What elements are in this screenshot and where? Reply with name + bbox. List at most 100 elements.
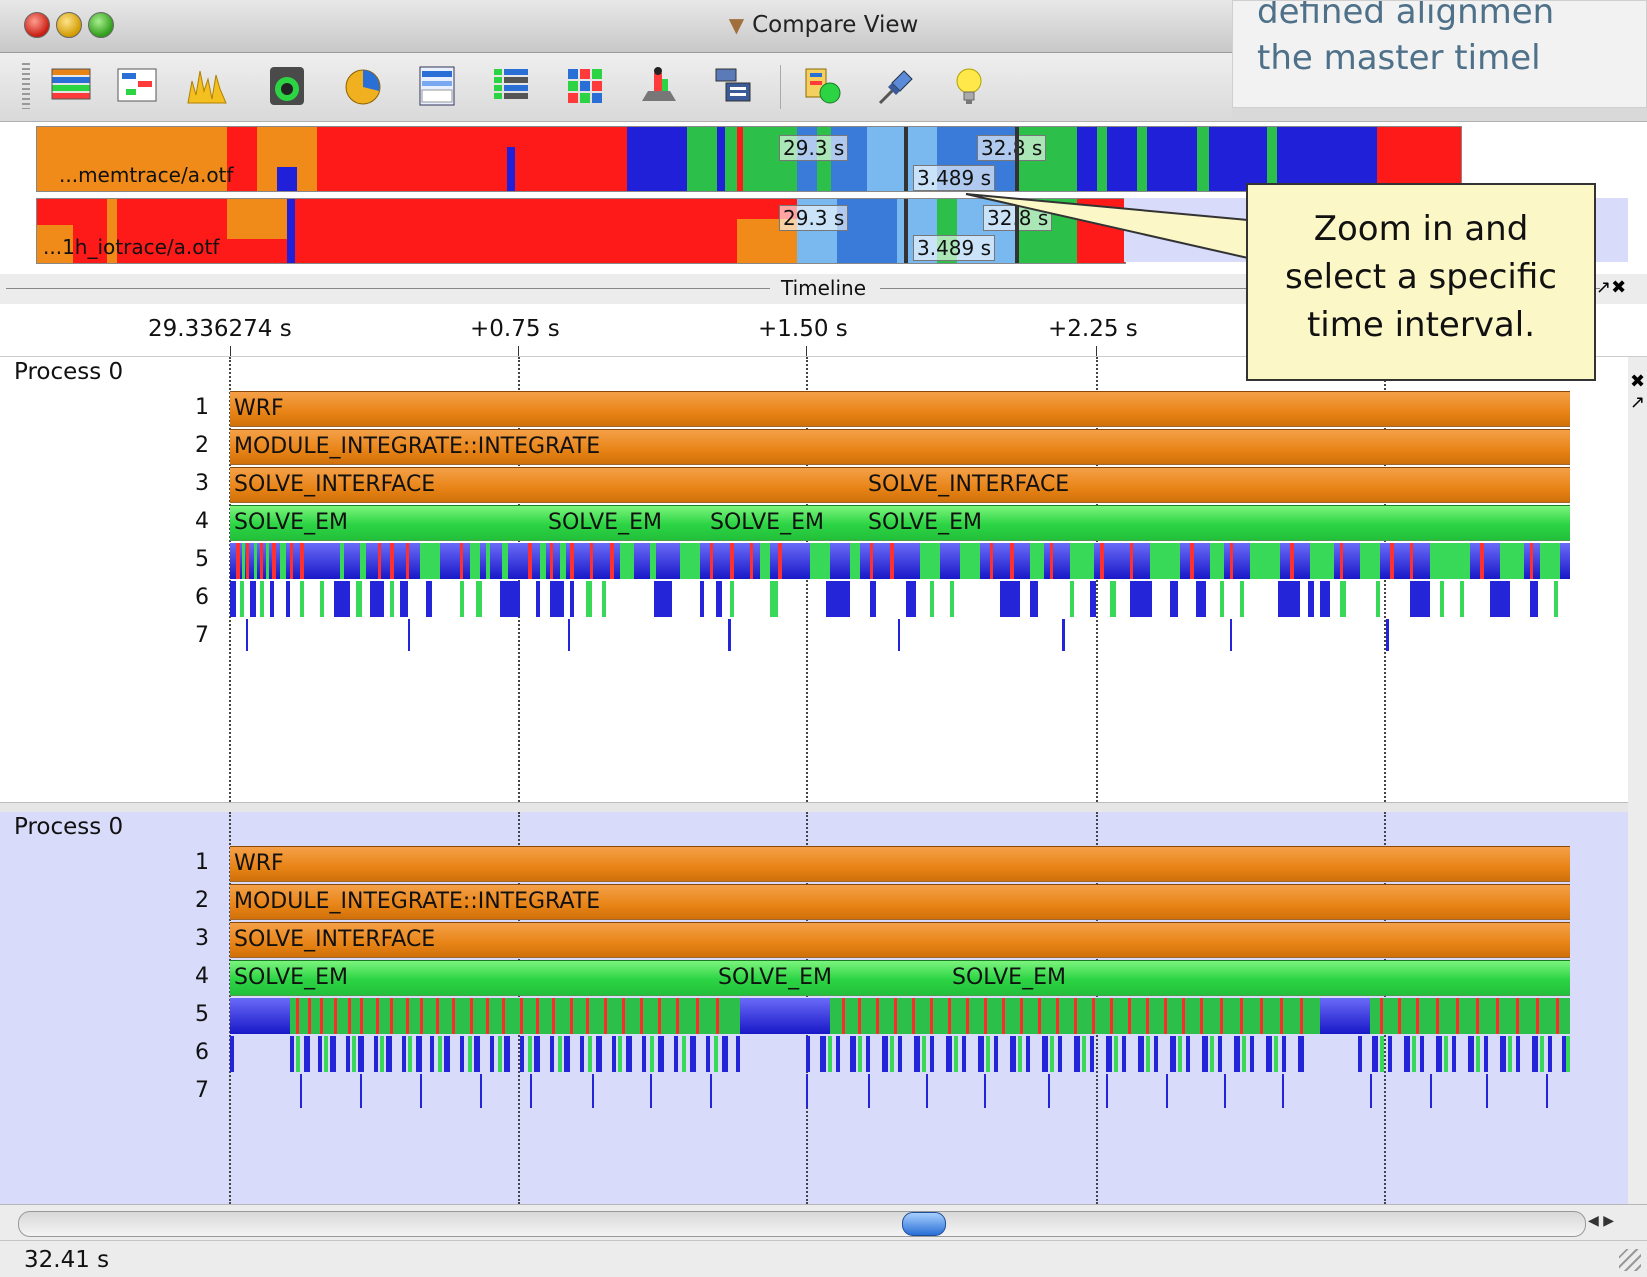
function-bar-solve-em[interactable]: SOLVE_EM <box>230 960 714 996</box>
scrollbar-track[interactable] <box>18 1211 1586 1237</box>
scroll-left-arrow-icon[interactable]: ◀ <box>1588 1213 1599 1229</box>
ruler-tick <box>1096 346 1097 356</box>
scroll-right-arrow-icon[interactable]: ▶ <box>1603 1213 1614 1229</box>
master-timeline-icon[interactable] <box>46 61 96 111</box>
function-label: WRF <box>234 396 284 421</box>
function-bar-solve-em[interactable]: SOLVE_EM <box>948 960 1570 996</box>
function-label: SOLVE_INTERFACE <box>868 472 1070 497</box>
function-label: WRF <box>234 851 284 876</box>
function-bar-solve-em[interactable]: SOLVE_EM <box>230 505 544 541</box>
communication-matrix-icon[interactable] <box>486 61 536 111</box>
scrollbar-thumb[interactable] <box>902 1212 946 1236</box>
function-bar-solve-em[interactable]: SOLVE_EM <box>706 505 864 541</box>
level-7: 7 <box>195 1078 209 1103</box>
alignment-note-callout: defined alignmen the master timel <box>1232 0 1647 108</box>
vampir-logo-icon: ▼ <box>728 13 745 37</box>
trace1-label: ...memtrace/a.otf <box>59 163 234 187</box>
function-bar-solve-em[interactable]: SOLVE_EM <box>864 505 1570 541</box>
function-bar-solve-em[interactable]: SOLVE_EM <box>544 505 706 541</box>
toolbar-extension <box>1232 108 1647 122</box>
ruler-tick <box>806 346 807 356</box>
process-timeline-trace1[interactable]: Process 0 1 2 3 4 5 6 7 WRF MODULE_INTEG… <box>0 357 1628 802</box>
resize-grip-icon[interactable] <box>1619 1249 1641 1271</box>
function-label: MODULE_INTEGRATE::INTEGRATE <box>234 434 601 459</box>
function-bar-integrate[interactable]: MODULE_INTEGRATE::INTEGRATE <box>230 884 1570 920</box>
level-1: 1 <box>195 850 209 875</box>
undock-icon[interactable]: ↗ <box>1596 277 1611 298</box>
counter-timeline-icon[interactable] <box>182 61 232 111</box>
trace2-label: ...1h_iotrace/a.otf <box>43 235 220 259</box>
horizontal-scrollbar[interactable]: ◀ ▶ <box>0 1204 1647 1241</box>
io-events-icon[interactable] <box>560 61 610 111</box>
status-bar: 32.41 s <box>0 1240 1647 1277</box>
lightbulb-icon[interactable] <box>944 61 994 111</box>
trace1-end-time: 32.8 s <box>977 135 1047 161</box>
ruler-label-start: 29.336274 s <box>148 316 292 342</box>
level-6: 6 <box>195 585 209 610</box>
alignment-note-line1: defined alignmen <box>1257 0 1555 32</box>
process-label: Process 0 <box>14 814 124 840</box>
ruler-tick <box>230 346 231 356</box>
level-4: 4 <box>195 509 209 534</box>
level-2: 2 <box>195 433 209 458</box>
trace1-start-time: 29.3 s <box>779 135 849 161</box>
window-title: Compare View <box>752 12 919 38</box>
function-label: SOLVE_INTERFACE <box>234 927 436 952</box>
function-label: MODULE_INTEGRATE::INTEGRATE <box>234 889 601 914</box>
detail-activity-levels-5-7 <box>230 998 1570 1108</box>
toolbar-grip-icon[interactable] <box>22 63 30 109</box>
filter-icon[interactable] <box>796 61 846 111</box>
function-label: SOLVE_EM <box>234 965 348 990</box>
function-bar-wrf[interactable]: WRF <box>230 846 1570 882</box>
trace2-selection-start-marker[interactable] <box>904 199 908 263</box>
function-label: SOLVE_EM <box>868 510 982 535</box>
level-7: 7 <box>195 623 209 648</box>
process-label: Process 0 <box>14 359 124 385</box>
function-label: SOLVE_EM <box>710 510 824 535</box>
close-panel-icon[interactable]: ✖ <box>1628 371 1647 392</box>
function-bar-solve-interface[interactable]: SOLVE_INTERFACE <box>230 467 864 503</box>
process-timeline-icon[interactable] <box>112 61 162 111</box>
call-graph-icon[interactable] <box>708 61 758 111</box>
toolbar-separator <box>780 65 781 109</box>
trace1-selection-start-marker[interactable] <box>904 127 908 191</box>
ruler-label-2-25: +2.25 s <box>1048 316 1138 342</box>
function-bar-solve-interface[interactable]: SOLVE_INTERFACE <box>864 467 1570 503</box>
function-label: SOLVE_EM <box>234 510 348 535</box>
level-6: 6 <box>195 1040 209 1065</box>
function-summary-icon[interactable] <box>262 61 312 111</box>
process-timeline-trace2[interactable]: Process 0 1 2 3 4 5 6 7 WRF MODULE_INTEG… <box>0 812 1628 1204</box>
undock-panel-icon[interactable]: ↗ <box>1628 392 1647 413</box>
level-2: 2 <box>195 888 209 913</box>
process-summary-icon[interactable] <box>338 61 388 111</box>
pin-icon[interactable] <box>870 61 920 111</box>
callout-pointer <box>965 193 1249 260</box>
function-bar-wrf[interactable]: WRF <box>230 391 1570 427</box>
zoom-hint-line2: select a specific <box>1285 257 1557 297</box>
function-bar-solve-em[interactable]: SOLVE_EM <box>714 960 948 996</box>
ruler-label-0-75: +0.75 s <box>470 316 560 342</box>
call-tree-icon[interactable] <box>634 61 684 111</box>
compare-view-window: ▼ Compare View defined alignmen the mast… <box>0 0 1647 1277</box>
function-label: SOLVE_EM <box>952 965 1066 990</box>
chart-toolbar <box>0 53 1232 122</box>
function-label: SOLVE_EM <box>718 965 832 990</box>
level-4: 4 <box>195 964 209 989</box>
zoom-hint-line3: time interval. <box>1306 305 1536 345</box>
message-summary-icon[interactable] <box>412 61 462 111</box>
zoom-hint-callout: Zoom in and select a specific time inter… <box>1246 183 1596 381</box>
level-5: 5 <box>195 1002 209 1027</box>
zoom-hint-line1: Zoom in and <box>1313 209 1529 249</box>
trace2-start-time: 29.3 s <box>779 205 849 231</box>
detail-activity-levels-5-7 <box>230 543 1570 651</box>
level-5: 5 <box>195 547 209 572</box>
cursor-time-readout: 32.41 s <box>24 1247 110 1273</box>
ruler-tick <box>518 346 519 356</box>
function-bar-integrate[interactable]: MODULE_INTEGRATE::INTEGRATE <box>230 429 1570 465</box>
level-3: 3 <box>195 471 209 496</box>
close-chart-icon[interactable]: ✖ <box>1611 277 1626 298</box>
panel-side-controls: ✖ ↗ <box>1628 357 1647 1203</box>
ruler-label-1-50: +1.50 s <box>758 316 848 342</box>
function-bar-solve-interface[interactable]: SOLVE_INTERFACE <box>230 922 1570 958</box>
level-1: 1 <box>195 395 209 420</box>
